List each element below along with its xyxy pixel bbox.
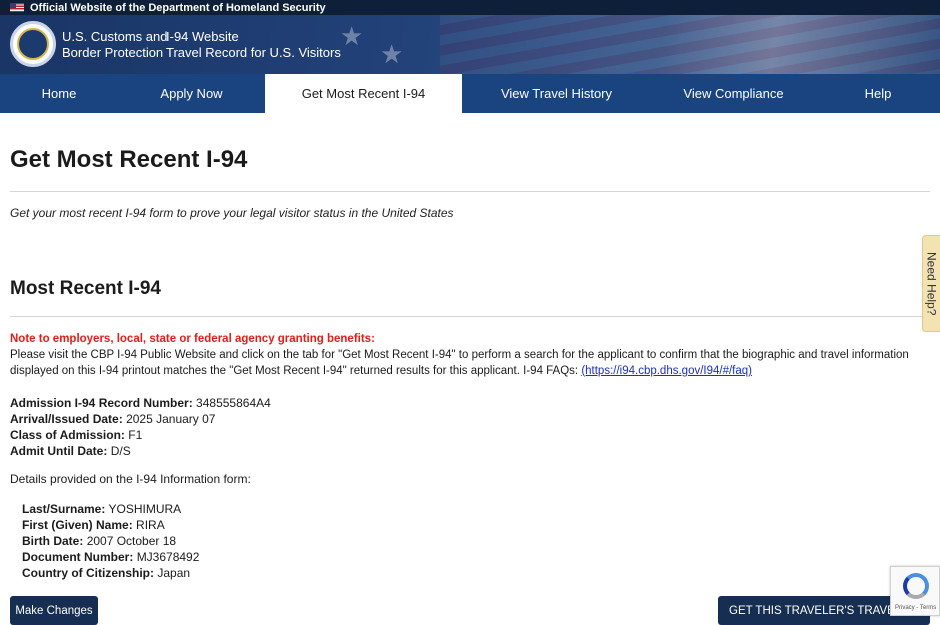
document-number-label: Document Number: xyxy=(22,550,134,564)
last-name-row: Last/Surname: YOSHIMURA xyxy=(22,501,181,517)
first-name-label: First (Given) Name: xyxy=(22,518,133,532)
document-number-value: MJ3678492 xyxy=(136,550,200,564)
first-name-row: First (Given) Name: RIRA xyxy=(22,517,165,533)
birth-date-row: Birth Date: 2007 October 18 xyxy=(22,533,176,549)
recaptcha-links[interactable]: Privacy - Terms xyxy=(895,605,936,611)
class-of-admission-row: Class of Admission: F1 xyxy=(10,427,142,443)
star-icon: ★ xyxy=(340,21,364,51)
birth-date-label: Birth Date: xyxy=(22,534,84,548)
employer-note-text: Please visit the CBP I-94 Public Website… xyxy=(10,347,925,379)
class-of-admission-value: F1 xyxy=(128,428,143,442)
star-icon: ★ xyxy=(380,39,404,69)
arrival-date-row: Arrival/Issued Date: 2025 January 07 xyxy=(10,411,215,427)
citizenship-row: Country of Citizenship: Japan xyxy=(22,565,190,581)
gov-banner-text: Official Website of the Department of Ho… xyxy=(30,1,326,14)
nav-view-travel-history[interactable]: View Travel History xyxy=(462,74,651,113)
site-name[interactable]: I-94 Website Travel Record for U.S. Visi… xyxy=(166,29,341,61)
need-help-label: Need Help? xyxy=(924,251,939,316)
divider xyxy=(10,191,930,192)
main-nav: Home Apply Now Get Most Recent I-94 View… xyxy=(0,74,940,113)
nav-help[interactable]: Help xyxy=(816,74,940,113)
section-title: Most Recent I-94 xyxy=(10,278,161,299)
nav-get-most-recent-i94[interactable]: Get Most Recent I-94 xyxy=(265,74,462,113)
first-name-value: RIRA xyxy=(136,518,165,532)
nav-apply-now[interactable]: Apply Now xyxy=(118,74,265,113)
nav-home[interactable]: Home xyxy=(0,74,118,113)
last-name-label: Last/Surname: xyxy=(22,502,106,516)
flag-background-graphic xyxy=(440,15,940,74)
birth-date-value: 2007 October 18 xyxy=(86,534,177,548)
agency-name[interactable]: U.S. Customs and Border Protection xyxy=(62,29,168,61)
class-of-admission-label: Class of Admission: xyxy=(10,428,125,442)
recaptcha-icon xyxy=(903,573,929,599)
make-changes-button[interactable]: Make Changes xyxy=(10,596,98,625)
admit-until-label: Admit Until Date: xyxy=(10,444,108,458)
admission-number-value: 348555864A4 xyxy=(196,396,271,410)
citizenship-label: Country of Citizenship: xyxy=(22,566,154,580)
agency-name-line1: U.S. Customs and xyxy=(62,29,168,44)
faq-link[interactable]: (https://i94.cbp.dhs.gov/I94/#/faq) xyxy=(581,365,752,377)
gov-banner: Official Website of the Department of Ho… xyxy=(0,0,940,15)
admit-until-row: Admit Until Date: D/S xyxy=(10,443,131,459)
employer-note-body: Please visit the CBP I-94 Public Website… xyxy=(10,349,909,377)
arrival-date-label: Arrival/Issued Date: xyxy=(10,412,123,426)
last-name-value: YOSHIMURA xyxy=(108,502,182,516)
cbp-seal-logo[interactable] xyxy=(10,21,56,67)
page-title: Get Most Recent I-94 xyxy=(10,146,248,173)
admit-until-value: D/S xyxy=(110,444,131,458)
divider xyxy=(10,316,930,317)
site-name-line1: I-94 Website xyxy=(166,29,239,44)
citizenship-value: Japan xyxy=(157,566,191,580)
details-intro: Details provided on the I-94 Information… xyxy=(10,472,251,486)
site-name-line2: Travel Record for U.S. Visitors xyxy=(166,45,341,60)
admission-number-label: Admission I-94 Record Number: xyxy=(10,396,193,410)
us-flag-icon xyxy=(10,3,24,12)
agency-name-line2: Border Protection xyxy=(62,45,164,60)
recaptcha-badge[interactable]: Privacy - Terms xyxy=(890,566,940,616)
site-header: ★ ★ U.S. Customs and Border Protection I… xyxy=(0,15,940,74)
arrival-date-value: 2025 January 07 xyxy=(126,412,216,426)
admission-number-row: Admission I-94 Record Number: 348555864A… xyxy=(10,395,271,411)
document-number-row: Document Number: MJ3678492 xyxy=(22,549,199,565)
page-subtitle: Get your most recent I-94 form to prove … xyxy=(10,206,454,220)
need-help-tab[interactable]: Need Help? xyxy=(922,235,940,332)
employer-note-heading: Note to employers, local, state or feder… xyxy=(10,333,375,345)
nav-view-compliance[interactable]: View Compliance xyxy=(651,74,816,113)
